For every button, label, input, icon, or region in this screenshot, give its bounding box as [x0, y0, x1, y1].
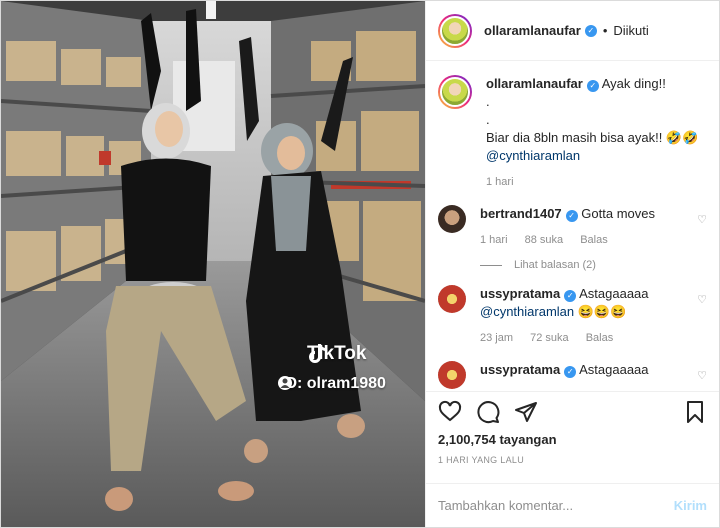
comment-item: ussypratama ✓ Astagaaaaa @cynthiaramlan 😆…	[438, 285, 707, 347]
caption-dot: .	[486, 94, 490, 109]
caption: ollaramlanaufar ✓ Ayak ding!! . . Biar di…	[438, 75, 707, 191]
comment-likes[interactable]: 72 suka	[530, 332, 569, 344]
commenter-avatar[interactable]	[438, 361, 466, 389]
post-actions: 2,100,754 tayangan 1 HARI YANG LALU	[426, 391, 719, 483]
comment-text: Astagaaaaa	[579, 362, 649, 377]
commenter-avatar[interactable]	[438, 285, 466, 313]
tiktok-id-text: ID: olram1980	[281, 375, 386, 392]
comments-list[interactable]: ollaramlanaufar ✓ Ayak ding!! . . Biar di…	[426, 61, 719, 391]
caption-avatar[interactable]	[438, 75, 472, 109]
post-video[interactable]: TikTok ID: olram1980	[1, 1, 425, 527]
comment-like-heart-icon[interactable]: ♡	[697, 213, 707, 226]
submit-comment-button[interactable]: Kirim	[674, 498, 707, 513]
comment-username[interactable]: ussypratama	[480, 286, 560, 301]
caption-username[interactable]: ollaramlanaufar	[486, 76, 583, 91]
view-replies[interactable]: Lihat balasan (2)	[480, 259, 707, 271]
comment-emoji: 😆😆😆	[577, 304, 627, 319]
caption-dot: .	[486, 112, 490, 127]
comment-text: Gotta moves	[581, 206, 655, 221]
reply-button[interactable]: Balas	[580, 234, 608, 246]
caption-mention[interactable]: @cynthiaramlan	[486, 147, 707, 165]
post-sidebar: ollaramlanaufar ✓ • Diikuti ollaramlanau…	[425, 1, 719, 527]
paper-plane-icon[interactable]	[514, 400, 538, 424]
comment-time[interactable]: 23 jam	[480, 332, 513, 344]
commenter-avatar[interactable]	[438, 205, 466, 233]
caption-line2: Biar dia 8bln masih bisa ayak!! 🤣🤣	[486, 130, 699, 145]
header-username[interactable]: ollaramlanaufar	[484, 23, 581, 38]
comment-item: ussypratama ✓ Astagaaaaa ♡	[438, 361, 707, 389]
follow-status-button[interactable]: Diikuti	[613, 23, 648, 38]
view-count[interactable]: 2,100,754 tayangan	[438, 432, 707, 447]
comment-input[interactable]	[438, 498, 674, 513]
comment-icon[interactable]	[476, 400, 500, 424]
reply-button[interactable]: Balas	[586, 332, 614, 344]
caption-line1: Ayak ding!!	[601, 76, 666, 91]
heart-icon[interactable]	[438, 400, 462, 424]
avatar[interactable]	[438, 13, 472, 48]
comment-item: bertrand1407 ✓ Gotta moves 1 hari 88 suka…	[438, 205, 707, 249]
follow-separator: •	[602, 23, 608, 38]
comment-username[interactable]: bertrand1407	[480, 206, 562, 221]
verified-badge-icon: ✓	[564, 290, 577, 302]
tiktok-watermark: TikTok	[307, 343, 366, 365]
comment-time[interactable]: 1 hari	[480, 234, 508, 246]
post-modal: TikTok ID: olram1980 ollaramlanaufar ✓ •…	[0, 0, 720, 528]
verified-badge-icon: ✓	[564, 366, 577, 378]
tiktok-id: ID: olram1980	[277, 375, 386, 393]
comment-text: Astagaaaaa	[579, 286, 649, 301]
video-frame	[1, 1, 425, 527]
bookmark-icon[interactable]	[683, 400, 707, 424]
tiktok-logo-icon	[309, 344, 326, 363]
view-replies-label[interactable]: Lihat balasan (2)	[514, 259, 596, 271]
comment-likes[interactable]: 88 suka	[525, 234, 564, 246]
comment-like-heart-icon[interactable]: ♡	[697, 369, 707, 382]
comment-like-heart-icon[interactable]: ♡	[697, 293, 707, 306]
comment-username[interactable]: ussypratama	[480, 362, 560, 377]
verified-badge-icon: ✓	[584, 24, 597, 37]
verified-badge-icon: ✓	[565, 210, 578, 222]
verified-badge-icon: ✓	[586, 80, 599, 92]
post-date[interactable]: 1 HARI YANG LALU	[438, 455, 707, 465]
caption-time[interactable]: 1 hari	[486, 176, 514, 188]
comment-composer: Kirim	[426, 483, 719, 527]
comment-mention[interactable]: @cynthiaramlan	[480, 304, 574, 319]
post-header: ollaramlanaufar ✓ • Diikuti	[426, 1, 719, 61]
